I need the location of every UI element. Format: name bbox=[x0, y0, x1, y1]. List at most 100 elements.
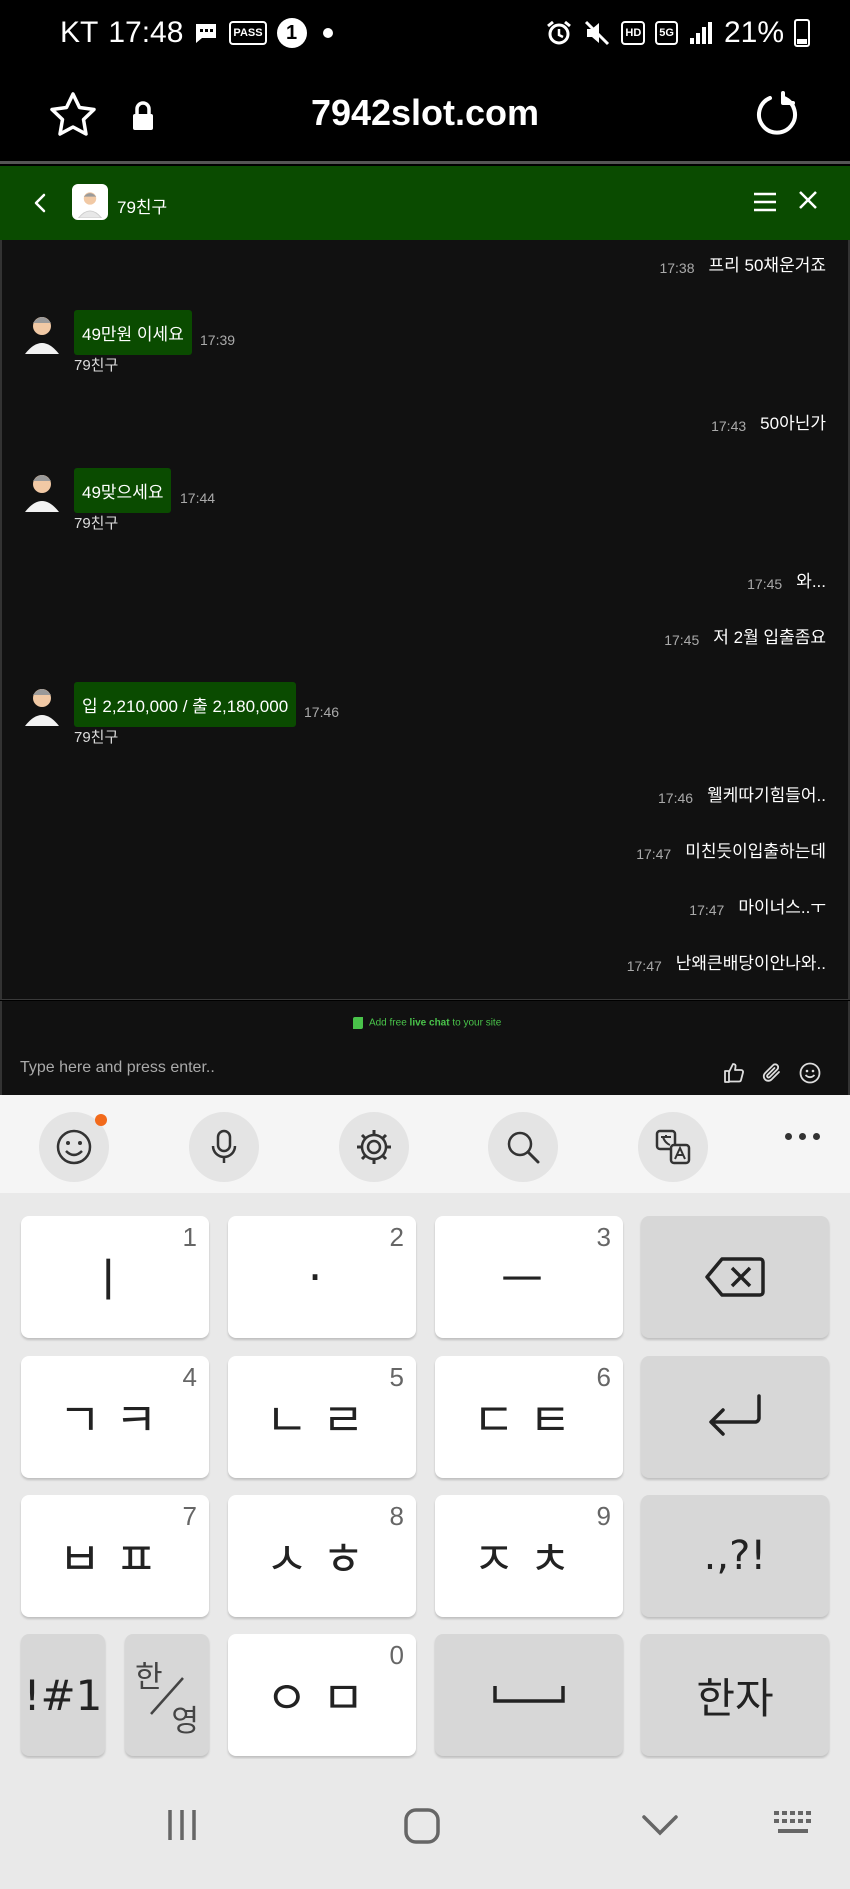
key-number: 7 bbox=[182, 1501, 197, 1531]
key-jieut[interactable]: ㅈㅊ 9 bbox=[435, 1495, 623, 1617]
key-vowel-eu[interactable]: ㅡ 3 bbox=[435, 1216, 623, 1338]
mute-icon bbox=[583, 19, 611, 47]
message-outgoing: 17:47 미친듯이입출하는데 bbox=[636, 836, 826, 863]
key-number: 9 bbox=[596, 1501, 611, 1531]
keyboard-settings-button[interactable] bbox=[339, 1112, 409, 1182]
key-label: ㄱㅋ bbox=[58, 1393, 172, 1447]
key-number: 2 bbox=[389, 1222, 404, 1252]
url-text[interactable]: 7942slot.com bbox=[0, 92, 850, 134]
message-text: 웰케따기힘들어.. bbox=[707, 785, 826, 805]
backspace-icon bbox=[705, 1257, 765, 1297]
message-input[interactable] bbox=[20, 1059, 700, 1077]
key-siot[interactable]: ㅅㅎ 8 bbox=[228, 1495, 416, 1617]
search-icon bbox=[507, 1131, 540, 1164]
chat-header: 79친구 bbox=[0, 166, 850, 240]
chat-messages[interactable]: 17:38 프리 50채운거죠 49만원 이세요 17:39 79친구 17:4… bbox=[0, 240, 850, 1000]
key-number: 5 bbox=[389, 1362, 404, 1392]
emoji-smile-icon[interactable] bbox=[798, 1061, 822, 1085]
message-icon bbox=[193, 21, 219, 45]
home-icon[interactable] bbox=[403, 1807, 441, 1845]
key-label: ㅣ bbox=[86, 1253, 144, 1307]
message-outgoing: 17:45 와... bbox=[747, 566, 826, 593]
message-time: 17:43 bbox=[711, 418, 747, 434]
promo-prefix: Add free bbox=[368, 1017, 407, 1029]
hanja-key[interactable]: 한자 bbox=[641, 1634, 829, 1756]
browser-address-bar: 7942slot.com bbox=[0, 72, 850, 164]
search-button[interactable] bbox=[488, 1112, 558, 1182]
key-digeut[interactable]: ㄷㅌ 6 bbox=[435, 1356, 623, 1478]
chat-title: 79친구 bbox=[117, 198, 168, 217]
message-time: 17:47 bbox=[636, 846, 672, 862]
message-text: 마이너스..ㅜ bbox=[738, 897, 826, 917]
more-notifications-dot bbox=[322, 28, 333, 38]
close-icon[interactable] bbox=[796, 188, 820, 212]
key-bieup[interactable]: ㅂㅍ 7 bbox=[21, 1495, 209, 1617]
language-switch-key[interactable]: 한 영 bbox=[125, 1634, 209, 1756]
punctuation-key[interactable]: .,?! bbox=[641, 1495, 829, 1617]
message-sender: 79친구 bbox=[74, 729, 119, 746]
notification-count-icon: 1 bbox=[276, 18, 307, 48]
message-text: 난왜큰배당이안나와.. bbox=[675, 953, 826, 973]
more-options-icon[interactable] bbox=[785, 1133, 820, 1140]
recent-apps-icon[interactable] bbox=[164, 1807, 200, 1843]
key-label: !#1 bbox=[23, 1670, 103, 1720]
key-number: 1 bbox=[182, 1222, 197, 1252]
message-time: 17:38 bbox=[659, 260, 695, 276]
message-outgoing: 17:38 프리 50채운거죠 bbox=[659, 250, 826, 277]
message-outgoing: 17:46 웰케따기힘들어.. bbox=[658, 780, 826, 807]
message-time: 17:45 bbox=[664, 632, 700, 648]
message-time: 17:47 bbox=[689, 902, 725, 918]
message-text: 프리 50채운거죠 bbox=[708, 255, 826, 275]
back-arrow-icon[interactable] bbox=[28, 186, 54, 220]
translate-button[interactable] bbox=[638, 1112, 708, 1182]
signal-icon bbox=[688, 20, 714, 46]
key-label: .,?! bbox=[703, 1533, 767, 1579]
attach-paperclip-icon[interactable] bbox=[760, 1061, 784, 1085]
key-number: 0 bbox=[389, 1640, 404, 1670]
keyboard-toolbar bbox=[0, 1095, 850, 1193]
keyboard-switch-icon[interactable] bbox=[772, 1807, 816, 1841]
message-outgoing: 17:45 저 2월 입출좀요 bbox=[664, 622, 826, 649]
message-text: 50아닌가 bbox=[760, 413, 826, 433]
message-bubble: 49맞으세요 bbox=[74, 468, 172, 513]
add-live-chat-link[interactable]: Add free live chat to your site bbox=[2, 1017, 850, 1029]
message-outgoing: 17:43 50아닌가 bbox=[711, 408, 826, 435]
notification-badge bbox=[95, 1114, 107, 1126]
message-time: 17:47 bbox=[626, 958, 662, 974]
key-nieun[interactable]: ㄴㄹ 5 bbox=[228, 1356, 416, 1478]
message-outgoing: 17:47 난왜큰배당이안나와.. bbox=[626, 948, 826, 975]
network-5g-icon: 5G bbox=[655, 21, 678, 45]
battery-icon bbox=[794, 19, 810, 47]
thumbs-up-icon[interactable] bbox=[722, 1061, 746, 1085]
reload-icon[interactable] bbox=[752, 90, 802, 140]
space-key[interactable] bbox=[435, 1634, 623, 1756]
emoji-keyboard-button[interactable] bbox=[39, 1112, 109, 1182]
message-sender: 79친구 bbox=[74, 357, 119, 374]
voice-input-button[interactable] bbox=[189, 1112, 259, 1182]
key-label: ㅂㅍ bbox=[58, 1532, 172, 1586]
message-outgoing: 17:47 마이너스..ㅜ bbox=[689, 892, 826, 919]
backspace-key[interactable] bbox=[641, 1216, 829, 1338]
enter-key[interactable] bbox=[641, 1356, 829, 1478]
carrier: KT bbox=[60, 16, 99, 49]
symbols-key[interactable]: !#1 bbox=[21, 1634, 105, 1756]
key-vowel-i[interactable]: ㅣ 1 bbox=[21, 1216, 209, 1338]
menu-icon[interactable] bbox=[752, 190, 778, 214]
key-ieung[interactable]: ㅇㅁ 0 bbox=[228, 1634, 416, 1756]
promo-link[interactable]: live chat bbox=[410, 1018, 450, 1029]
key-vowel-dot[interactable]: · 2 bbox=[228, 1216, 416, 1338]
agent-avatar-icon bbox=[25, 317, 59, 354]
clock: 17:48 bbox=[108, 16, 184, 49]
key-label: ㅅㅎ bbox=[265, 1532, 379, 1586]
enter-icon bbox=[709, 1394, 761, 1436]
message-sender: 79친구 bbox=[74, 515, 119, 532]
key-giyeok[interactable]: ㄱㅋ 4 bbox=[21, 1356, 209, 1478]
message-time: 17:46 bbox=[304, 704, 340, 720]
hd-voice-icon: HD bbox=[621, 21, 646, 45]
translate-icon bbox=[655, 1129, 691, 1165]
agent-avatar bbox=[72, 184, 108, 220]
hide-keyboard-icon[interactable] bbox=[640, 1807, 680, 1843]
key-label: ㅡ bbox=[500, 1253, 558, 1307]
agent-avatar-icon bbox=[25, 689, 59, 726]
message-time: 17:46 bbox=[658, 790, 694, 806]
